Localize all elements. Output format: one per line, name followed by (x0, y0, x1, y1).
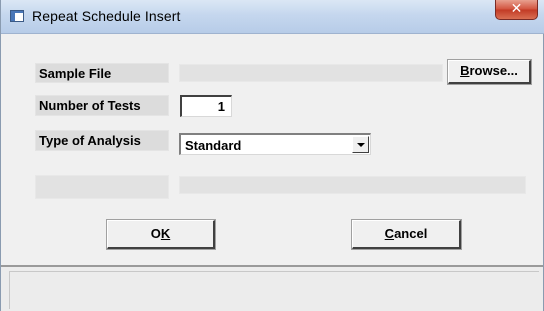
type-of-analysis-select[interactable]: Standard (179, 133, 371, 155)
close-button[interactable]: ✕ (495, 0, 538, 20)
browse-button[interactable]: Browse... (448, 60, 531, 84)
ok-button[interactable]: OK (107, 220, 215, 249)
type-of-analysis-value: Standard (185, 138, 242, 153)
close-icon: ✕ (510, 1, 523, 17)
number-of-tests-input[interactable]: 1 (180, 95, 232, 117)
sample-file-label: Sample File (35, 63, 169, 83)
type-of-analysis-label: Type of Analysis (35, 130, 169, 151)
cancel-button[interactable]: Cancel (352, 220, 461, 249)
blank-field (179, 176, 526, 194)
status-bar (1, 265, 543, 311)
app-window-icon[interactable] (10, 10, 24, 22)
status-panel (9, 271, 539, 309)
chevron-down-icon[interactable] (352, 136, 369, 153)
dialog-window: Repeat Schedule Insert ✕ Sample File Bro… (0, 0, 544, 311)
blank-label (35, 175, 169, 199)
window-title: Repeat Schedule Insert (32, 8, 181, 24)
title-bar[interactable]: Repeat Schedule Insert ✕ (1, 0, 544, 34)
number-of-tests-label: Number of Tests (35, 95, 169, 116)
dialog-body: Sample File Browse... Number of Tests 1 … (1, 34, 544, 311)
sample-file-field[interactable] (179, 64, 443, 82)
